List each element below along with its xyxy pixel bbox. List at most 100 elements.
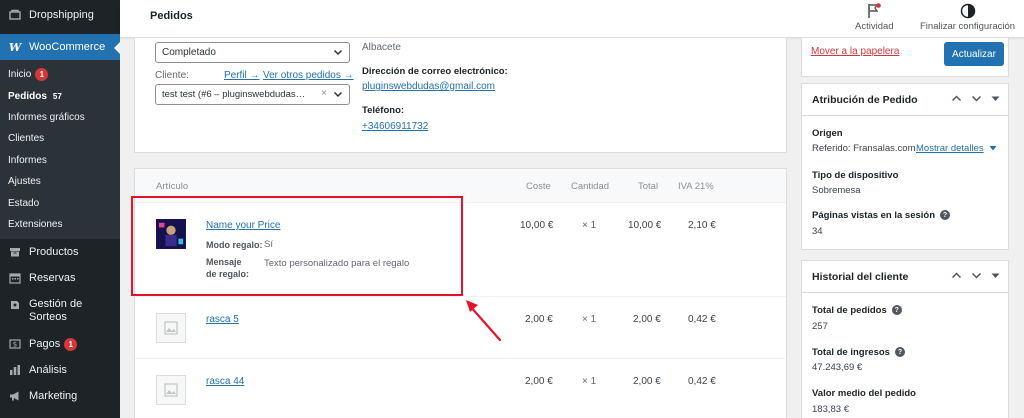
- item-name-link[interactable]: rasca 44: [206, 376, 244, 387]
- attribution-header: Atribución de Pedido: [802, 84, 1008, 116]
- help-icon[interactable]: ?: [891, 305, 902, 316]
- submenu-item-pedidos[interactable]: Pedidos 57: [0, 85, 120, 106]
- menu-item-label: Reservas: [29, 272, 76, 285]
- submenu-label: Informes gráficos: [8, 111, 85, 123]
- customer-value: test test (#6 – pluginswebdudas…: [162, 89, 306, 100]
- caret-down-icon[interactable]: [989, 144, 997, 155]
- device-type-label: Tipo de dispositivo: [812, 170, 899, 181]
- device-type-value: Sobremesa: [812, 185, 861, 196]
- total-revenue-value: 47.243,69 €: [812, 362, 863, 373]
- help-icon[interactable]: ?: [940, 210, 951, 221]
- menu-item-reservas[interactable]: Reservas: [0, 265, 120, 291]
- pages-viewed-value: 34: [812, 226, 823, 237]
- caret-down-icon[interactable]: [991, 93, 1000, 107]
- update-button[interactable]: Actualizar: [944, 42, 1004, 66]
- help-icon[interactable]: ?: [894, 347, 905, 358]
- svg-text:$: $: [13, 341, 17, 349]
- placeholder-image-icon: [156, 375, 186, 405]
- submenu-label: Extensiones: [8, 218, 63, 230]
- activity-button[interactable]: Actividad: [855, 2, 894, 32]
- woocommerce-icon: W: [8, 40, 22, 54]
- item-name-link[interactable]: rasca 5: [206, 314, 239, 325]
- move-to-trash-link[interactable]: Mover a la papelera: [811, 46, 899, 57]
- item-quantity: × 1: [582, 314, 597, 325]
- chevron-up-icon[interactable]: [951, 93, 962, 107]
- billing-city: Albacete: [362, 42, 401, 53]
- customer-select[interactable]: test test (#6 – pluginswebdudas… ×: [155, 84, 350, 105]
- column-header-total: Total: [638, 181, 659, 192]
- history-header: Historial del cliente: [802, 261, 1008, 293]
- submenu-label: Inicio: [8, 69, 32, 81]
- phone-link[interactable]: +34606911732: [362, 121, 428, 132]
- menu-item-label: Gestión de Sorteos: [29, 298, 83, 324]
- caret-down-icon[interactable]: [991, 270, 1000, 284]
- menu-item-pagos[interactable]: $ Pagos 1: [0, 331, 120, 357]
- submenu-item-inicio[interactable]: Inicio 1: [0, 64, 120, 85]
- flag-icon: [865, 2, 883, 20]
- total-orders-label: Total de pedidos?: [812, 305, 902, 316]
- chevron-down-icon[interactable]: [971, 270, 982, 284]
- phone-label: Teléfono:: [362, 105, 405, 116]
- submenu-label: Pedidos: [8, 90, 47, 102]
- menu-item-analisis[interactable]: Análisis: [0, 357, 120, 383]
- notification-badge: 1: [35, 68, 49, 82]
- submenu-item-estado[interactable]: Estado: [0, 192, 120, 213]
- average-order-label: Valor medio del pedido: [812, 388, 916, 399]
- item-tax: 2,10 €: [688, 220, 716, 231]
- calendar-icon: [8, 271, 22, 285]
- origin-value: Referido: Fransalas.com: [812, 143, 916, 154]
- chevron-up-icon[interactable]: [951, 270, 962, 284]
- pages-viewed-label: Páginas vistas en la sesión?: [812, 210, 951, 221]
- column-header-cost: Coste: [526, 181, 551, 192]
- half-circle-icon: [959, 2, 977, 20]
- order-details-card: Completado Cliente: Perfil → Ver otros p…: [134, 38, 787, 153]
- megaphone-icon: [8, 389, 22, 403]
- menu-item-gestion-sorteos[interactable]: Gestión de Sorteos: [0, 291, 120, 331]
- order-status-select[interactable]: Completado: [155, 42, 350, 63]
- customer-history-box: Historial del cliente Total de pedidos? …: [801, 260, 1009, 418]
- activity-label: Actividad: [855, 21, 894, 32]
- submenu-item-informes-graficos[interactable]: Informes gráficos: [0, 107, 120, 128]
- history-title: Historial del cliente: [812, 270, 909, 283]
- email-label: Dirección de correo electrónico:: [362, 66, 508, 77]
- table-row: rasca 44 2,00 € × 1 2,00 € 0,42 €: [135, 359, 786, 418]
- submenu-label: Informes: [8, 154, 47, 166]
- menu-item-woocommerce[interactable]: W WooCommerce: [0, 34, 120, 60]
- item-quantity: × 1: [582, 376, 597, 387]
- box-controls: [951, 93, 1000, 107]
- show-details-link[interactable]: Mostrar detalles: [916, 143, 984, 154]
- item-cost: 2,00 €: [525, 314, 553, 325]
- orders-count: 57: [52, 91, 62, 101]
- admin-sidebar: Dropshipping W WooCommerce Inicio 1 Pedi…: [0, 0, 120, 418]
- profile-link[interactable]: Perfil →: [224, 70, 260, 81]
- placeholder-image-icon: [156, 313, 186, 343]
- item-total: 10,00 €: [628, 220, 662, 231]
- submenu-item-informes[interactable]: Informes: [0, 150, 120, 171]
- clear-icon[interactable]: ×: [321, 88, 327, 99]
- page-title: Pedidos: [150, 10, 193, 22]
- total-revenue-label: Total de ingresos?: [812, 347, 905, 358]
- finish-setup-button[interactable]: Finalizar configuración: [920, 2, 1015, 32]
- origin-label: Origen: [812, 128, 843, 139]
- menu-item-label: Pagos: [29, 338, 61, 351]
- menu-item-label: Marketing: [29, 390, 78, 403]
- submenu-item-ajustes[interactable]: Ajustes: [0, 171, 120, 192]
- page-header: Pedidos Actividad Finalizar configuració…: [120, 0, 1024, 38]
- item-tax: 0,42 €: [688, 314, 716, 325]
- order-actions-box: Mover a la papelera Actualizar: [801, 38, 1009, 77]
- submenu-item-clientes[interactable]: Clientes: [0, 128, 120, 149]
- menu-item-marketing[interactable]: Marketing: [0, 383, 120, 409]
- menu-item-dropshipping[interactable]: Dropshipping: [0, 0, 120, 30]
- item-total: 2,00 €: [633, 314, 661, 325]
- bar-chart-icon: [8, 363, 22, 377]
- item-cost: 10,00 €: [520, 220, 554, 231]
- other-orders-link[interactable]: Ver otros pedidos →: [263, 70, 354, 81]
- table-row: rasca 5 2,00 € × 1 2,00 € 0,42 €: [135, 297, 786, 359]
- ticket-icon: [8, 298, 22, 312]
- email-link[interactable]: pluginswebdudas@gmail.com: [362, 81, 495, 92]
- menu-item-productos[interactable]: Productos: [0, 239, 120, 265]
- chevron-down-icon[interactable]: [971, 93, 982, 107]
- item-total: 2,00 €: [633, 376, 661, 387]
- attribution-title: Atribución de Pedido: [812, 93, 918, 106]
- submenu-item-extensiones[interactable]: Extensiones: [0, 214, 120, 235]
